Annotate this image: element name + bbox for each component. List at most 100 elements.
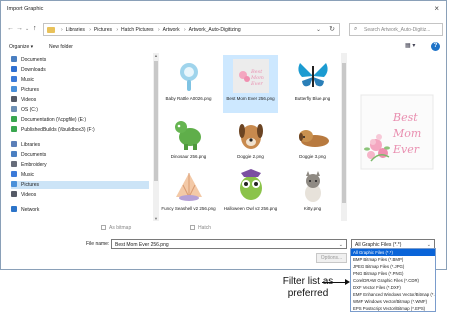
file-tile[interactable]: Baby Rattle A0026.png bbox=[161, 55, 216, 113]
filter-option[interactable]: EMF Enhanced Windows Vector/Bitmap (*.EM… bbox=[351, 291, 435, 298]
filter-option[interactable]: All Graphic Files (*.*) bbox=[351, 249, 435, 256]
best-mom-ever-preview-image: Best Mom Ever bbox=[360, 94, 434, 170]
options-button[interactable]: Options... bbox=[316, 253, 347, 263]
sidebar-item[interactable]: Documents bbox=[11, 56, 149, 64]
filter-option[interactable]: WMF Windows Vector/Bitmap (*.WMF) bbox=[351, 298, 435, 305]
help-icon[interactable]: ? bbox=[431, 42, 440, 51]
sidebar-item-label: Music bbox=[21, 77, 35, 83]
scroll-up-icon[interactable]: ▲ bbox=[153, 53, 159, 58]
breadcrumb-item[interactable]: Artwork bbox=[163, 27, 180, 33]
organize-button[interactable]: Organize ▾ bbox=[9, 44, 33, 50]
navigation-scrollbar[interactable]: ▲ ▼ bbox=[153, 53, 159, 221]
new-folder-button[interactable]: New folder bbox=[49, 44, 73, 50]
documents-icon bbox=[11, 56, 17, 62]
import-graphic-dialog: Import Graphic × ← → ⌄ ↑ › Libraries › Pic… bbox=[0, 0, 447, 270]
search-icon: ⌕ bbox=[354, 26, 358, 32]
import-options: As bitmap Hatch bbox=[101, 225, 211, 231]
sidebar-item[interactable]: Music bbox=[11, 171, 149, 179]
sidebar-item[interactable]: Downloads bbox=[11, 66, 149, 74]
sidebar-item-label: Downloads bbox=[21, 67, 46, 73]
callout-annotation: Filter list as preferred bbox=[272, 276, 344, 300]
close-icon[interactable]: × bbox=[434, 4, 439, 13]
as-bitmap-checkbox[interactable] bbox=[101, 225, 106, 230]
filter-option[interactable]: PNG Bitmap Files (*.PNG) bbox=[351, 270, 435, 277]
window-title: Import Graphic bbox=[7, 6, 44, 12]
file-name-dropdown-icon[interactable]: ⌄ bbox=[339, 242, 343, 248]
doggie-3-thumbnail bbox=[293, 115, 333, 153]
file-name-caption: Best Mom Ever 256.png bbox=[226, 96, 275, 101]
sidebar-item-label: Network bbox=[21, 207, 40, 213]
filter-option[interactable]: JPEG Bitmap Files (*.JPG) bbox=[351, 263, 435, 270]
search-input[interactable]: ⌕ Search Artwork_Auto-Digitiz... bbox=[349, 23, 443, 36]
file-tile[interactable]: Best Mom Ever Best Mom Ever 256.png bbox=[223, 55, 278, 113]
recent-locations-chevron-icon[interactable]: ⌄ bbox=[25, 26, 29, 32]
breadcrumb-item[interactable]: Artwork_Auto-Digitizing bbox=[189, 27, 241, 33]
sidebar-item-label: Pictures bbox=[21, 87, 40, 93]
sidebar-item-label: Pictures bbox=[21, 182, 40, 188]
file-name-input[interactable]: Best Mom Ever 256.png ⌄ bbox=[111, 239, 347, 249]
file-tile[interactable]: Funcy Seashell v2 256.png bbox=[161, 165, 216, 221]
breadcrumb-separator: › bbox=[183, 27, 186, 33]
file-name-caption: Doggie 3.png bbox=[299, 154, 326, 159]
file-name-caption: Funcy Seashell v2 256.png bbox=[161, 206, 216, 211]
scroll-down-icon[interactable]: ▼ bbox=[153, 216, 159, 221]
scrollbar-thumb[interactable] bbox=[154, 61, 158, 181]
breadcrumb-item[interactable]: Pictures bbox=[94, 27, 112, 33]
sidebar-item[interactable]: Libraries bbox=[11, 141, 149, 149]
sidebar-item[interactable]: Documents bbox=[11, 151, 149, 159]
file-list: Baby Rattle A0026.png Best Mom Ever Best Mom… bbox=[161, 53, 345, 221]
folder-icon bbox=[47, 27, 55, 33]
doggie-2-thumbnail bbox=[231, 115, 271, 153]
filter-option[interactable]: DXF Vector Files (*.DXF) bbox=[351, 284, 435, 291]
view-options-icon[interactable]: ▦ ▾ bbox=[405, 42, 415, 49]
scrollbar-thumb[interactable] bbox=[342, 63, 346, 203]
preview-pane: Best Mom Ever bbox=[349, 53, 447, 221]
baby-rattle-thumbnail bbox=[169, 57, 209, 95]
breadcrumb-item[interactable]: Hatch Pictures bbox=[121, 27, 154, 33]
filter-option[interactable]: EPS Postscript Vector/Bitmap (*.EPS) bbox=[351, 305, 435, 312]
file-name-caption: Baby Rattle A0026.png bbox=[165, 96, 212, 101]
file-tile[interactable]: Dinosaur 256.png bbox=[161, 113, 216, 171]
sidebar-item[interactable]: Videos bbox=[11, 191, 149, 199]
sidebar-item-label: Documents bbox=[21, 57, 47, 63]
music-icon bbox=[11, 76, 17, 82]
sidebar-item-label: PublishedBuilds (\\buildbox3) (F:) bbox=[21, 127, 95, 133]
hatch-checkbox[interactable] bbox=[190, 225, 196, 230]
sidebar-item[interactable]: Pictures bbox=[11, 86, 149, 94]
file-tile[interactable]: Kitty.png bbox=[285, 165, 340, 221]
sidebar-item[interactable]: Documentation (\\cpgfile) (E:) bbox=[11, 116, 149, 124]
file-name-caption: Doggie 2.png bbox=[237, 154, 264, 159]
file-tile[interactable]: Butterfly Blue.png bbox=[285, 55, 340, 113]
address-dropdown-icon[interactable]: ⌄ bbox=[316, 26, 321, 33]
preview-text-line: Ever bbox=[392, 143, 420, 156]
filter-option[interactable]: CorelDRAW Graphic Files (*.CDR) bbox=[351, 277, 435, 284]
forward-arrow-icon[interactable]: → bbox=[16, 25, 23, 32]
back-arrow-icon[interactable]: ← bbox=[7, 25, 14, 32]
navigation-pane: Documents Downloads Music Pictures Videos OS … bbox=[1, 53, 151, 221]
breadcrumb-item[interactable]: Libraries bbox=[66, 27, 85, 33]
sidebar-item-label: Libraries bbox=[21, 142, 41, 148]
file-tile[interactable]: Doggie 2.png bbox=[223, 113, 278, 171]
address-bar[interactable]: › Libraries › Pictures › Hatch Pictures › Ar… bbox=[43, 23, 340, 36]
sidebar-item-label: Videos bbox=[21, 192, 37, 198]
up-arrow-icon[interactable]: ↑ bbox=[33, 25, 37, 32]
sidebar-item-label: Music bbox=[21, 172, 35, 178]
file-type-filter-list[interactable]: All Graphic Files (*.*) BMP Bitmap Files … bbox=[350, 248, 436, 312]
file-list-scrollbar[interactable] bbox=[341, 53, 347, 221]
sidebar-item[interactable]: Network bbox=[11, 206, 149, 214]
filter-option[interactable]: BMP Bitmap Files (*.BMP) bbox=[351, 256, 435, 263]
sidebar-item[interactable]: Pictures bbox=[11, 181, 149, 189]
file-tile[interactable]: Halloween Owl v2 256.png bbox=[223, 165, 278, 221]
sidebar-item-label: Videos bbox=[21, 97, 37, 103]
sidebar-item-label: Documentation (\\cpgfile) (E:) bbox=[21, 117, 87, 123]
sidebar-item[interactable]: Music bbox=[11, 76, 149, 84]
file-tile[interactable]: Doggie 3.png bbox=[285, 113, 340, 171]
sidebar-item[interactable]: PublishedBuilds (\\buildbox3) (F:) bbox=[11, 126, 149, 134]
breadcrumb-separator: › bbox=[116, 27, 119, 33]
sidebar-item[interactable]: OS (C:) bbox=[11, 106, 149, 114]
sidebar-item[interactable]: Videos bbox=[11, 96, 149, 104]
butterfly-thumbnail bbox=[293, 57, 333, 95]
refresh-icon[interactable]: ↻ bbox=[329, 25, 335, 33]
command-bar: Organize ▾ New folder ▦ ▾ ? bbox=[1, 41, 446, 53]
sidebar-item[interactable]: Embroidery bbox=[11, 161, 149, 169]
